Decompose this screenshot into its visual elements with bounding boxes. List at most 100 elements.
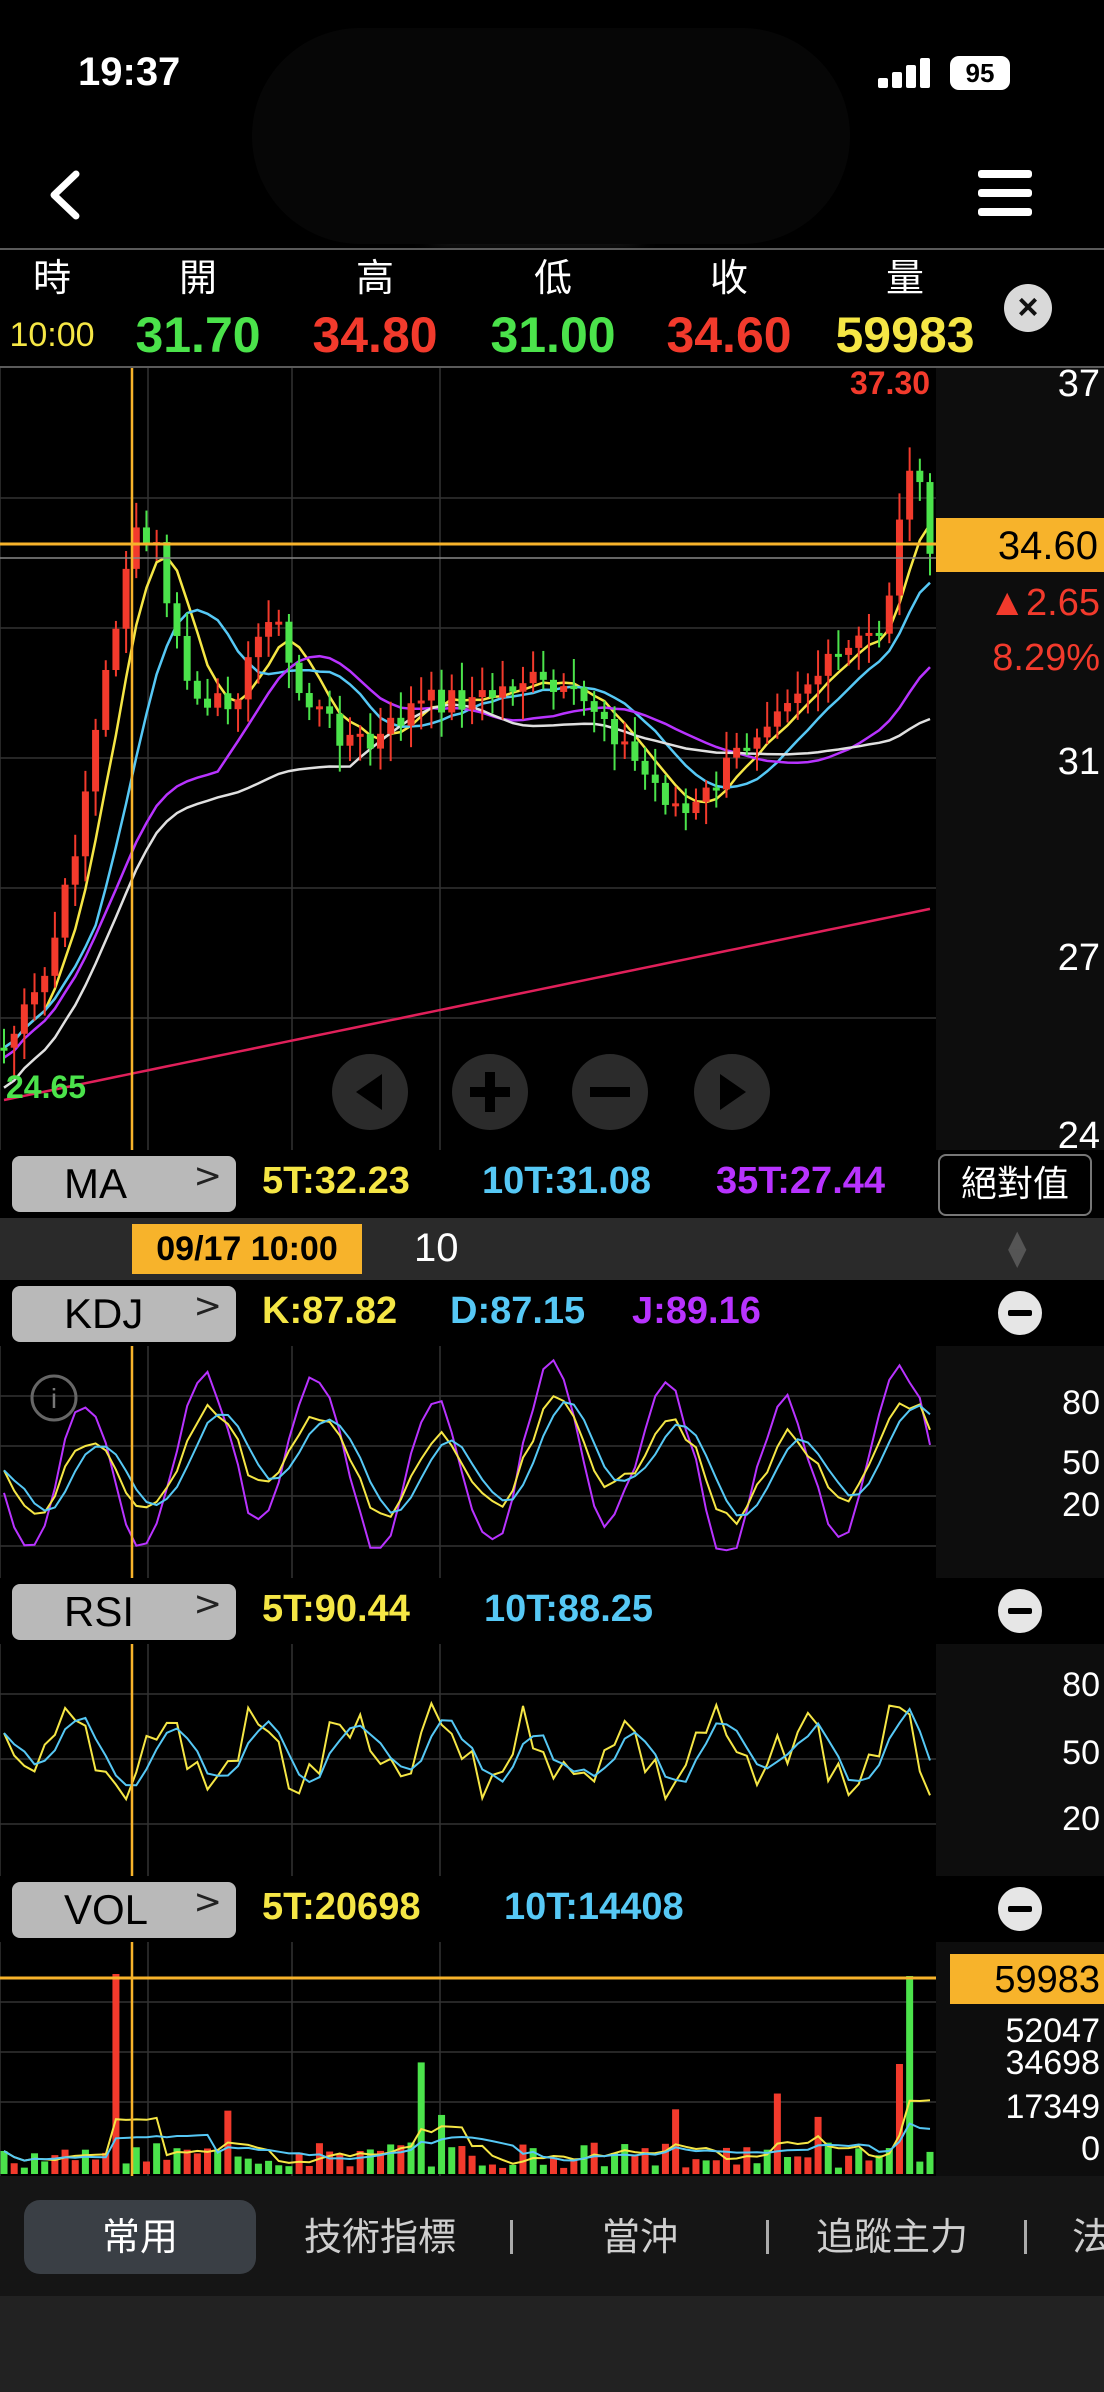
candle-body <box>794 693 802 704</box>
chevron-right-icon: > <box>193 1882 223 1922</box>
kdj-k-line <box>3 1394 931 1526</box>
candle-body <box>580 687 588 702</box>
current-volume-text: 59983 <box>994 1959 1100 2001</box>
candle-body <box>407 703 415 726</box>
rsi-selector-button[interactable]: RSI > <box>12 1584 236 1640</box>
vol-axis-0: 0 <box>1081 2130 1100 2168</box>
close-quote-button[interactable]: × <box>1004 284 1052 332</box>
remove-vol-button[interactable] <box>998 1887 1042 1931</box>
candle-body <box>387 717 395 734</box>
candle-body <box>875 632 883 636</box>
change-text: ▲2.65 <box>988 582 1100 624</box>
volume-bar <box>193 2153 201 2174</box>
volume-bar <box>438 2114 446 2174</box>
candle-body <box>397 717 405 726</box>
candle-body <box>173 603 181 636</box>
volume-bar <box>845 2155 853 2174</box>
volume-bar <box>733 2164 741 2174</box>
tab-track-main-force[interactable]: 追蹤主力 <box>816 2200 968 2274</box>
volume-bar <box>285 2166 293 2174</box>
scroll-right-button[interactable] <box>694 1054 770 1130</box>
absolute-value-button[interactable]: 絕對值 <box>938 1154 1092 1216</box>
zoom-out-button[interactable] <box>572 1054 648 1130</box>
volume-bar <box>336 2154 344 2174</box>
ma35-value: 35T:27.44 <box>716 1160 886 1202</box>
candle-body <box>712 787 720 791</box>
rsi-bar: RSI > 5T:90.44 10T:88.25 <box>0 1578 1104 1644</box>
volume-bar <box>743 2147 751 2174</box>
candle-body <box>51 937 59 976</box>
ma-selector-button[interactable]: MA > <box>12 1156 236 1212</box>
kdj-d-value: D:87.15 <box>450 1290 586 1332</box>
candle-body <box>356 733 364 737</box>
quote-col-time: 時 10:00 <box>9 256 95 354</box>
candle-body <box>163 542 171 604</box>
price-axis-37: 37 <box>1058 368 1100 405</box>
candle-body <box>834 653 842 657</box>
volume-bar <box>244 2158 252 2174</box>
kdj-axis-50: 50 <box>1062 1444 1100 1482</box>
volume-bar <box>92 2159 100 2174</box>
candle-body <box>295 662 303 694</box>
candle-body <box>702 787 710 802</box>
tab-day-trade[interactable]: 當沖 <box>602 2200 678 2274</box>
volume-bar <box>692 2159 700 2174</box>
candle-body <box>865 632 873 636</box>
quote-col-close: 收 34.60 <box>666 256 792 363</box>
volume-bar <box>20 2167 28 2174</box>
tab-technical-indicators[interactable]: 技術指標 <box>304 2200 456 2274</box>
candle-body <box>611 719 619 745</box>
candle-body <box>20 1004 28 1034</box>
price-axis-31: 31 <box>1058 741 1100 783</box>
candle-body <box>478 690 486 698</box>
quote-col-low: 低 31.00 <box>490 256 616 363</box>
change-pct-text: 8.29% <box>992 637 1100 679</box>
vol5-line <box>3 2099 931 2165</box>
candle-body <box>621 741 629 745</box>
candle-body <box>600 711 608 720</box>
quote-strip: 時 10:00 開 31.70 高 34.80 低 31.00 收 34.60 … <box>0 248 1104 368</box>
candlestick-chart[interactable]: 37.30 24.65 37 31 27 24 34.60 ▲2.65 8.29… <box>0 368 1104 1150</box>
kdj-selector-button[interactable]: KDJ > <box>12 1286 236 1342</box>
kdj-axis-20: 20 <box>1062 1486 1100 1524</box>
candle-body <box>631 741 639 761</box>
scroll-left-button[interactable] <box>332 1054 408 1130</box>
volume-bar <box>834 2167 842 2174</box>
volume-bar <box>31 2153 39 2174</box>
back-chevron-icon[interactable] <box>40 168 90 222</box>
zoom-in-button[interactable] <box>452 1054 528 1130</box>
candle-body <box>427 689 435 701</box>
hamburger-menu-icon[interactable] <box>978 168 1032 218</box>
remove-rsi-button[interactable] <box>998 1589 1042 1633</box>
candle-body <box>438 689 446 713</box>
candle-body <box>692 801 700 814</box>
volume-bar <box>753 2163 761 2174</box>
candle-body <box>682 803 690 814</box>
candle-body <box>855 635 863 648</box>
tab-institutional[interactable]: 法 <box>1072 2200 1104 2274</box>
volume-bar <box>895 2064 903 2174</box>
candle-body <box>763 726 771 738</box>
vol-selector-button[interactable]: VOL > <box>12 1882 236 1938</box>
vol-axis-17349: 17349 <box>1005 2088 1100 2126</box>
candle-body <box>315 706 323 710</box>
candle-body <box>0 1047 8 1051</box>
volume-bar <box>916 2161 924 2174</box>
remove-kdj-button[interactable] <box>998 1291 1042 1335</box>
sort-icon[interactable]: ▲ ▼ <box>1008 1227 1026 1269</box>
volume-bar <box>519 2144 527 2174</box>
rsi-axis-20: 20 <box>1062 1800 1100 1838</box>
candle-body <box>509 686 517 692</box>
volume-bar <box>427 2166 435 2174</box>
dynamic-island <box>252 28 850 244</box>
volume-bar <box>214 2150 222 2174</box>
kdj-axis-80: 80 <box>1062 1384 1100 1422</box>
rsi10-value: 10T:88.25 <box>484 1588 654 1630</box>
volume-bar <box>600 2166 608 2174</box>
tab-common[interactable]: 常用 <box>24 2200 256 2274</box>
volume-bar <box>478 2165 486 2174</box>
candle-body <box>224 693 232 710</box>
rsi5-value: 5T:90.44 <box>262 1588 410 1630</box>
candle-body <box>265 622 273 637</box>
candle-body <box>549 679 557 692</box>
